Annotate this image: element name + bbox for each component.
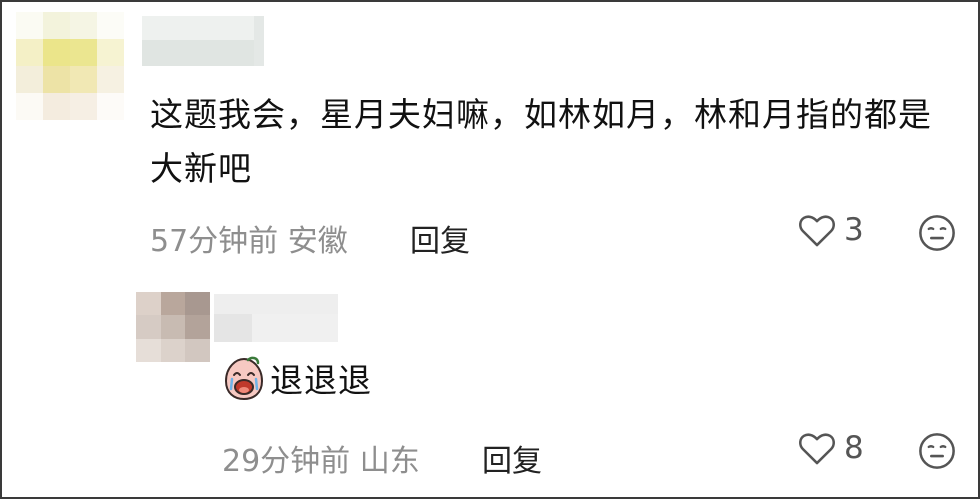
reply-like-count: 8 — [844, 430, 864, 466]
reply-avatar[interactable] — [136, 292, 210, 362]
reply-meta: 29分钟前 山东 — [222, 436, 420, 480]
reply-username[interactable] — [214, 294, 338, 342]
neutral-face-icon[interactable] — [918, 214, 956, 252]
neutral-face-icon[interactable] — [918, 432, 956, 470]
like-count: 3 — [844, 212, 864, 248]
like-button[interactable]: 3 — [798, 212, 864, 248]
comment-thread: 这题我会，星月夫妇嘛，如林如月，林和月指的都是大新吧 57分钟前 安徽 回复 3 — [0, 0, 980, 499]
comment-location: 安徽 — [287, 224, 348, 259]
reply-reply-button[interactable]: 回复 — [482, 436, 542, 480]
comment-meta: 57分钟前 安徽 — [150, 216, 348, 260]
reply-like-button[interactable]: 8 — [798, 430, 864, 466]
avatar[interactable] — [16, 12, 124, 120]
reply-location: 山东 — [359, 444, 420, 479]
reply-text: 退退退 — [270, 361, 372, 400]
comment-time: 57分钟前 — [150, 224, 279, 259]
reply-content: 退退退 — [222, 354, 372, 402]
crying-face-sticker-icon — [224, 356, 264, 401]
reply-time: 29分钟前 — [222, 444, 351, 479]
reply-button[interactable]: 回复 — [410, 216, 470, 260]
heart-outline-icon — [799, 215, 835, 247]
comment-text: 这题我会，星月夫妇嘛，如林如月，林和月指的都是大新吧 — [150, 95, 932, 188]
heart-outline-icon — [799, 433, 835, 465]
username[interactable] — [142, 16, 274, 66]
